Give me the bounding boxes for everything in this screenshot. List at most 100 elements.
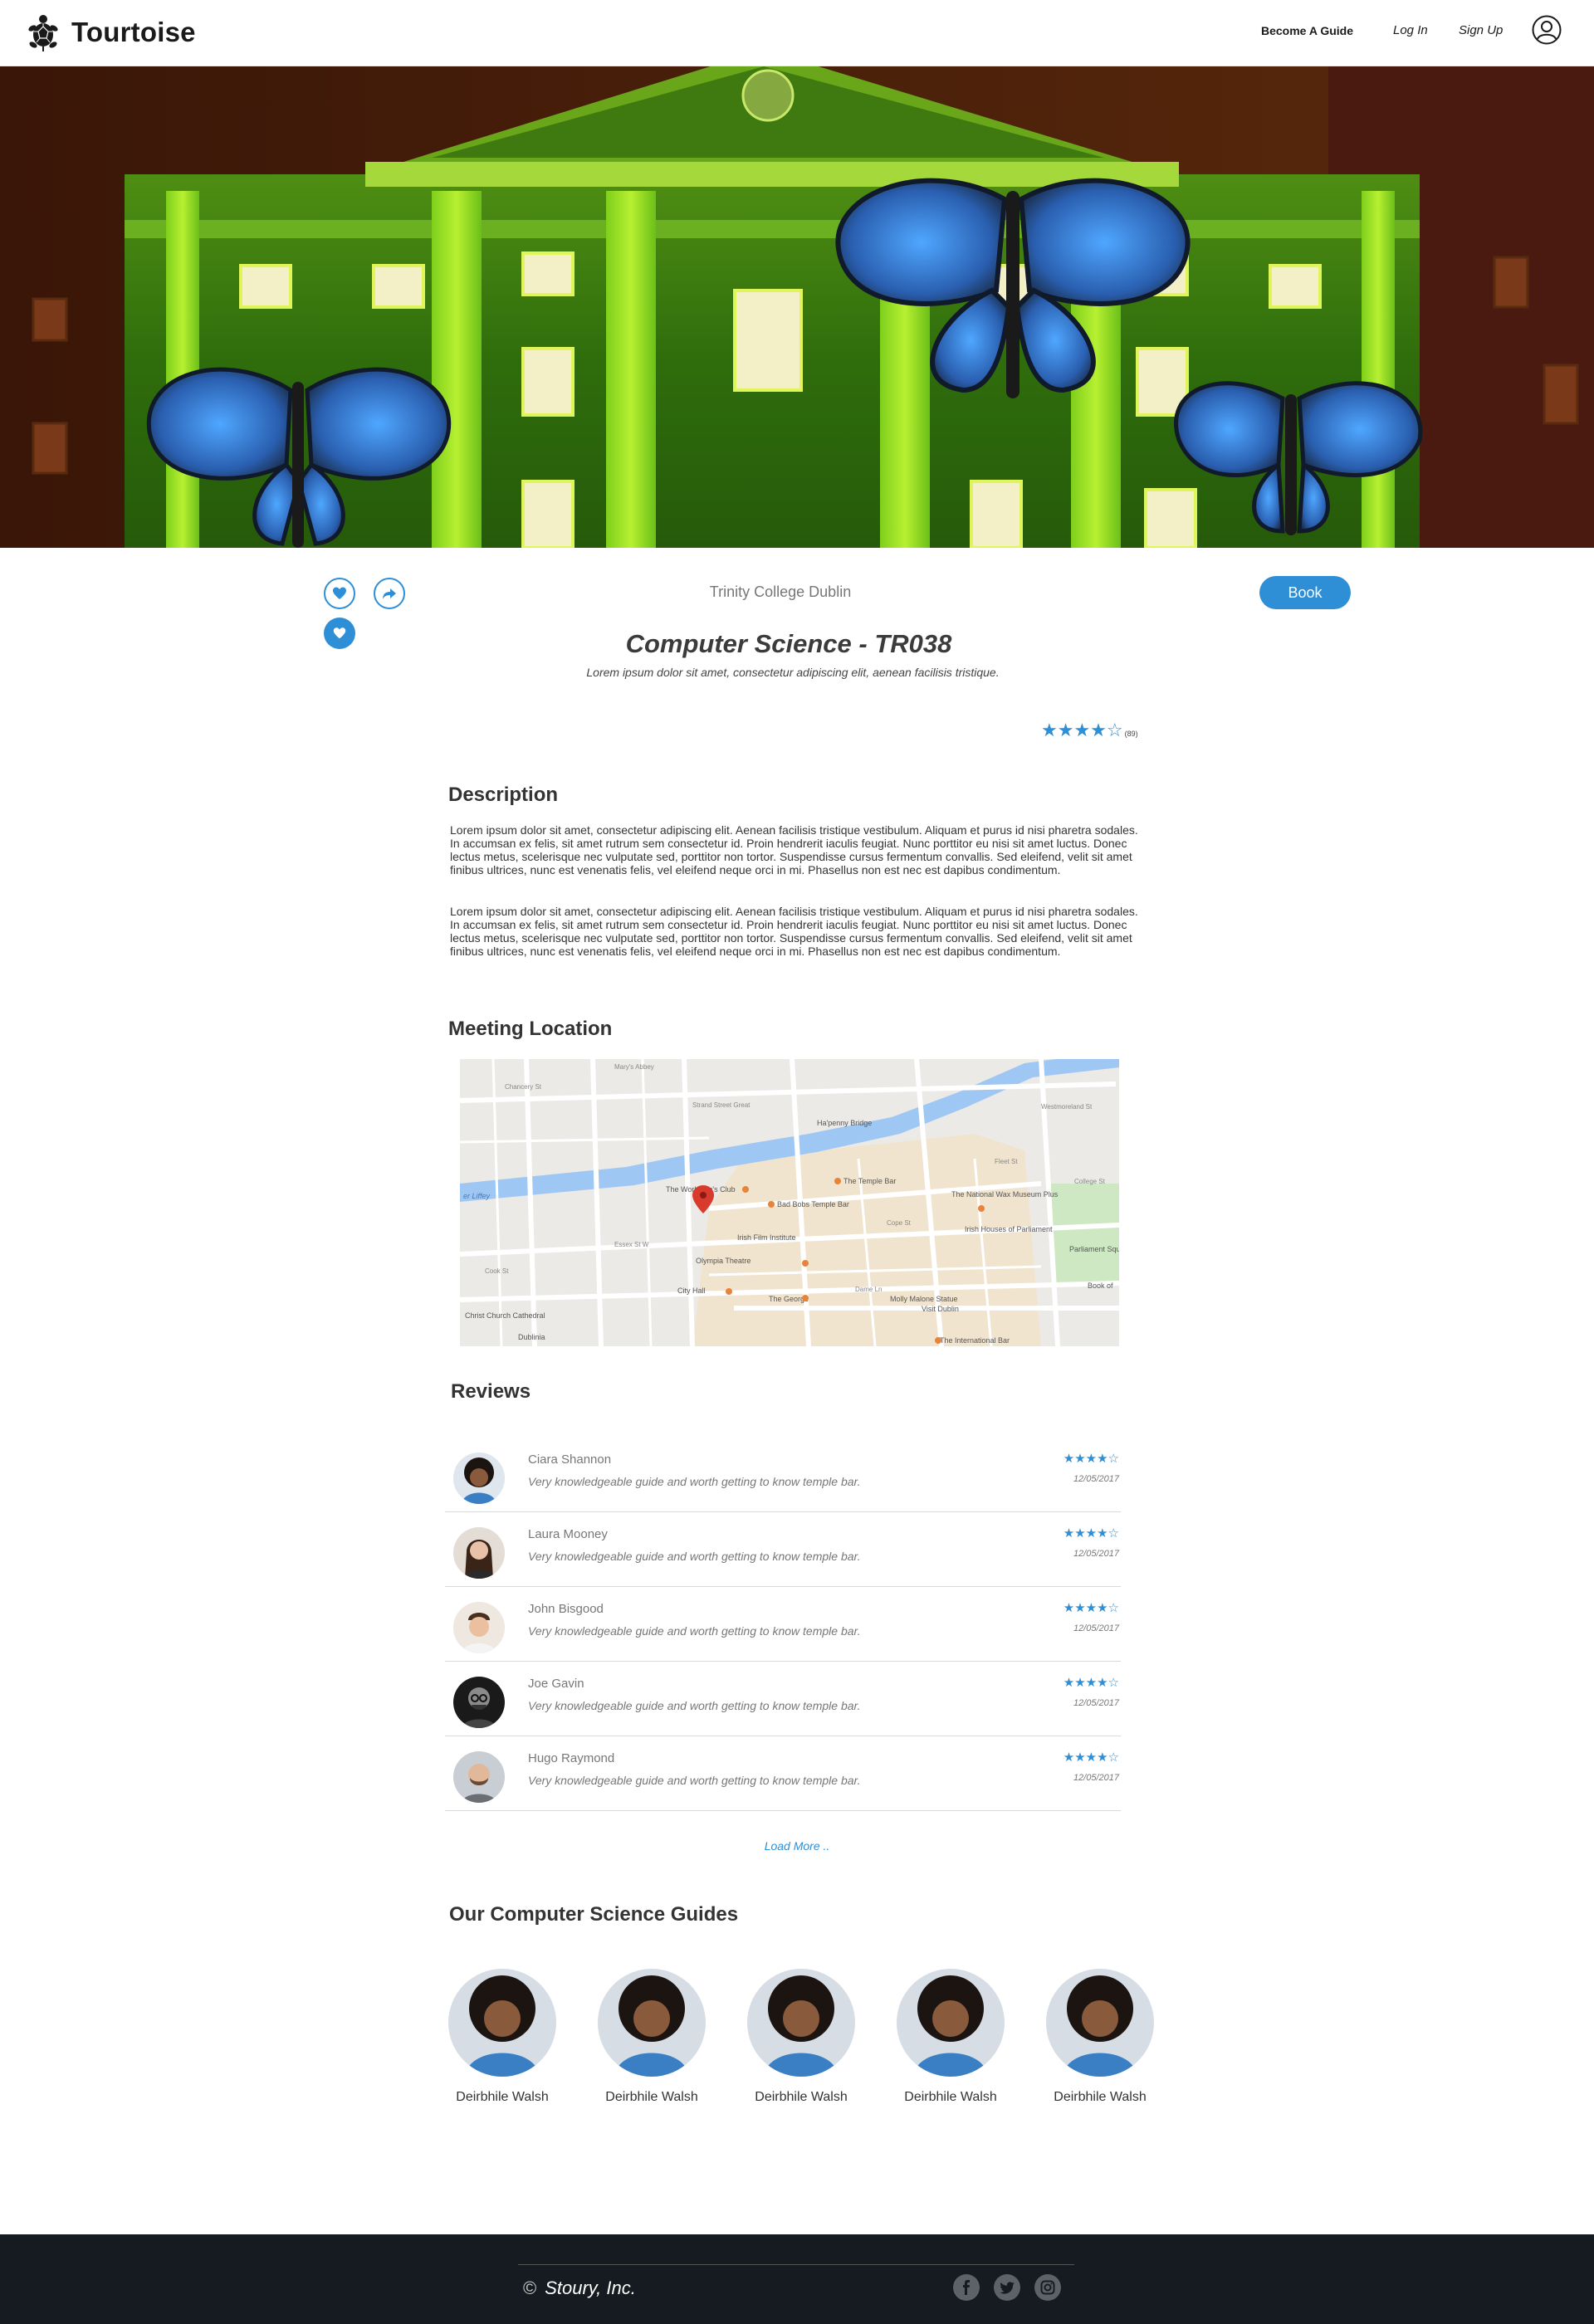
twitter-icon[interactable] xyxy=(994,2274,1020,2301)
review-stars: ★★★★☆ xyxy=(1063,1750,1119,1765)
guide-card[interactable]: Deirbhile Walsh xyxy=(743,1969,859,2105)
review-date: 12/05/2017 xyxy=(1073,1698,1119,1708)
map-label: College St xyxy=(1074,1178,1106,1185)
reviewer-avatar xyxy=(453,1452,505,1504)
guide-photo[interactable] xyxy=(598,1969,706,2077)
guide-photo[interactable] xyxy=(897,1969,1005,2077)
guide-card[interactable]: Deirbhile Walsh xyxy=(594,1969,710,2105)
rating-count: (89) xyxy=(1124,729,1138,738)
footer-divider xyxy=(518,2264,1074,2265)
review-stars: ★★★★☆ xyxy=(1063,1675,1119,1690)
reviewer-avatar xyxy=(453,1677,505,1728)
description-paragraph: Lorem ipsum dolor sit amet, consectetur … xyxy=(450,905,1138,958)
brand-name: Tourtoise xyxy=(71,17,196,47)
review-item: Hugo Raymond Very knowledgeable guide an… xyxy=(445,1736,1121,1811)
map-label: Westmoreland St xyxy=(1041,1103,1093,1111)
review-date: 12/05/2017 xyxy=(1073,1549,1119,1559)
reviewer-name: Joe Gavin xyxy=(528,1677,584,1691)
map-label: Strand Street Great xyxy=(692,1101,751,1109)
map-label: The Temple Bar xyxy=(843,1177,896,1185)
map-label: Irish Houses of Parliament xyxy=(965,1225,1053,1233)
facebook-icon[interactable] xyxy=(953,2274,980,2301)
reviewer-name: Laura Mooney xyxy=(528,1527,608,1541)
map-label: Visit Dublin xyxy=(922,1305,959,1313)
map-label: er Liffey xyxy=(463,1192,491,1200)
review-text: Very knowledgeable guide and worth getti… xyxy=(528,1699,861,1712)
guide-card[interactable]: Deirbhile Walsh xyxy=(444,1969,560,2105)
guide-card[interactable]: Deirbhile Walsh xyxy=(892,1969,1009,2105)
map-label: Dame Ln xyxy=(855,1286,882,1293)
site-header: Tourtoise Become A Guide Log In Sign Up xyxy=(0,0,1594,66)
map-label: Dublinia xyxy=(518,1333,545,1341)
map-label: Book of xyxy=(1088,1282,1113,1290)
review-item: John Bisgood Very knowledgeable guide an… xyxy=(445,1587,1121,1662)
review-date: 12/05/2017 xyxy=(1073,1773,1119,1783)
review-text: Very knowledgeable guide and worth getti… xyxy=(528,1624,861,1638)
guide-name: Deirbhile Walsh xyxy=(755,2090,848,2104)
book-button[interactable]: Book xyxy=(1259,576,1351,609)
reviewer-avatar xyxy=(453,1527,505,1579)
review-text: Very knowledgeable guide and worth getti… xyxy=(528,1550,861,1563)
meeting-location-heading: Meeting Location xyxy=(448,1018,613,1040)
reviewer-name: Hugo Raymond xyxy=(528,1751,615,1765)
become-guide-link[interactable]: Become A Guide xyxy=(1261,24,1353,37)
review-item: Ciara Shannon Very knowledgeable guide a… xyxy=(445,1438,1121,1512)
map-label: Chancery St xyxy=(505,1083,542,1091)
map-label: Bad Bobs Temple Bar xyxy=(777,1200,849,1208)
guide-name: Deirbhile Walsh xyxy=(1054,2090,1147,2104)
map-label: Mary's Abbey xyxy=(614,1063,654,1071)
map-label: Cope St xyxy=(887,1219,912,1227)
description-heading: Description xyxy=(448,784,559,806)
guide-name: Deirbhile Walsh xyxy=(456,2090,549,2104)
login-link[interactable]: Log In xyxy=(1393,23,1428,37)
instagram-icon[interactable] xyxy=(1034,2274,1061,2301)
map-label: Molly Malone Statue xyxy=(890,1295,958,1303)
map-label: Irish Film Institute xyxy=(737,1233,796,1242)
copyright-symbol: © xyxy=(523,2278,537,2298)
user-icon[interactable] xyxy=(1532,15,1562,45)
reviewer-avatar xyxy=(453,1751,505,1803)
guide-photo[interactable] xyxy=(1046,1969,1154,2077)
map-label: The National Wax Museum Plus xyxy=(951,1190,1059,1199)
load-more-link[interactable]: Load More .. xyxy=(0,1839,1594,1853)
hero-image xyxy=(0,66,1594,548)
map-label: Cook St xyxy=(485,1267,509,1275)
review-text: Very knowledgeable guide and worth getti… xyxy=(528,1475,861,1488)
signup-link[interactable]: Sign Up xyxy=(1459,23,1503,37)
guide-photo[interactable] xyxy=(747,1969,855,2077)
reviewer-name: John Bisgood xyxy=(528,1602,604,1616)
map-label: Parliament Square xyxy=(1069,1245,1119,1253)
guide-card[interactable]: Deirbhile Walsh xyxy=(1042,1969,1158,2105)
review-item: Laura Mooney Very knowledgeable guide an… xyxy=(445,1512,1121,1587)
guides-heading: Our Computer Science Guides xyxy=(449,1903,739,1926)
review-stars: ★★★★☆ xyxy=(1063,1451,1119,1466)
meeting-map[interactable]: er Liffey Ha'penny Bridge The Workman's … xyxy=(460,1059,1119,1346)
turtle-icon xyxy=(28,15,58,51)
guide-name: Deirbhile Walsh xyxy=(605,2090,698,2104)
reviews-heading: Reviews xyxy=(451,1380,531,1403)
guide-photo[interactable] xyxy=(448,1969,556,2077)
map-label: The International Bar xyxy=(940,1336,1010,1345)
reviewer-avatar xyxy=(453,1602,505,1653)
description-paragraph: Lorem ipsum dolor sit amet, consectetur … xyxy=(450,823,1138,876)
map-label: Olympia Theatre xyxy=(696,1257,751,1265)
copyright: © Stoury, Inc. xyxy=(523,2278,636,2299)
company-name: Stoury, Inc. xyxy=(545,2278,636,2298)
home-logo-link[interactable]: Tourtoise xyxy=(27,12,196,53)
guide-name: Deirbhile Walsh xyxy=(904,2090,997,2104)
review-item: Joe Gavin Very knowledgeable guide and w… xyxy=(445,1662,1121,1736)
review-date: 12/05/2017 xyxy=(1073,1474,1119,1484)
review-stars: ★★★★☆ xyxy=(1063,1526,1119,1540)
rating-stars: ★★★★☆ xyxy=(1041,720,1123,741)
map-label: Ha'penny Bridge xyxy=(817,1119,872,1127)
reviewer-name: Ciara Shannon xyxy=(528,1452,612,1467)
overall-rating: ★★★★☆ (89) xyxy=(1041,720,1138,741)
map-label: Essex St W xyxy=(614,1241,649,1248)
hero-illustration xyxy=(0,66,1594,548)
map-label: Christ Church Cathedral xyxy=(465,1311,545,1320)
review-date: 12/05/2017 xyxy=(1073,1623,1119,1633)
map-label: City Hall xyxy=(677,1286,706,1295)
review-text: Very knowledgeable guide and worth getti… xyxy=(528,1774,861,1787)
review-stars: ★★★★☆ xyxy=(1063,1600,1119,1615)
tour-title: Computer Science - TR038 xyxy=(625,629,952,658)
